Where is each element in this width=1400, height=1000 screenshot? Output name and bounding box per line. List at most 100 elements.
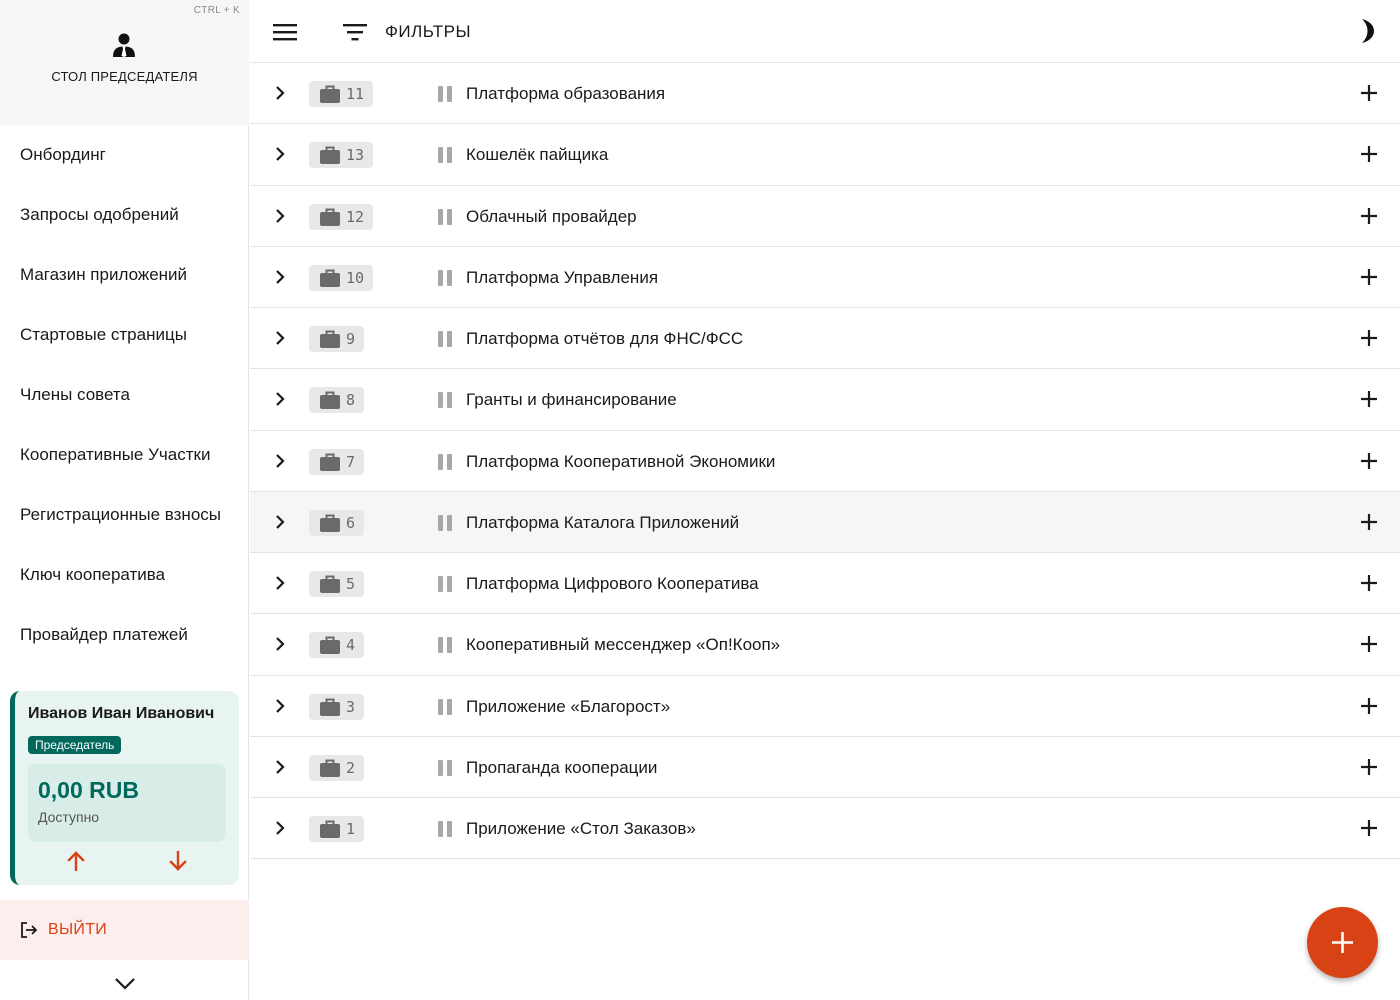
plus-icon[interactable] bbox=[1359, 83, 1379, 103]
plus-icon[interactable] bbox=[1359, 818, 1379, 838]
plus-icon[interactable] bbox=[1359, 573, 1379, 593]
briefcase-icon bbox=[320, 698, 340, 716]
badge-number: 8 bbox=[346, 391, 356, 410]
chevron-right-icon[interactable] bbox=[270, 267, 290, 287]
sidebar-header[interactable]: CTRL + K СТОЛ ПРЕДСЕДАТЕЛЯ bbox=[0, 0, 249, 125]
sidebar-item-cooperative-key[interactable]: Ключ кооператива bbox=[0, 545, 249, 605]
arrow-up-icon[interactable] bbox=[66, 851, 86, 871]
chevron-right-icon[interactable] bbox=[270, 818, 290, 838]
pause-icon[interactable] bbox=[437, 330, 453, 348]
chevron-down-icon[interactable] bbox=[113, 974, 137, 994]
logout-icon bbox=[21, 922, 38, 938]
logout-button[interactable]: ВЫЙТИ bbox=[0, 900, 249, 960]
plus-icon[interactable] bbox=[1359, 144, 1379, 164]
sidebar-item-registration-fees[interactable]: Регистрационные взносы bbox=[0, 485, 249, 545]
pause-icon[interactable] bbox=[437, 698, 453, 716]
plus-icon[interactable] bbox=[1359, 696, 1379, 716]
chevron-right-icon[interactable] bbox=[270, 757, 290, 777]
row-title: Приложение «Благорост» bbox=[466, 696, 671, 716]
plus-icon[interactable] bbox=[1359, 512, 1379, 532]
plus-icon[interactable] bbox=[1359, 451, 1379, 471]
chevron-right-icon[interactable] bbox=[270, 144, 290, 164]
balance-amount: 0,00 RUB bbox=[38, 777, 139, 803]
chevron-right-icon[interactable] bbox=[270, 634, 290, 654]
row-title: Платформа образования bbox=[466, 84, 666, 103]
badge-number: 10 bbox=[346, 268, 365, 287]
list-item[interactable]: 8 Гранты и финансирование bbox=[250, 369, 1400, 431]
person-tie-icon bbox=[113, 33, 135, 57]
chevron-right-icon[interactable] bbox=[270, 512, 290, 532]
id-badge: 6 bbox=[309, 509, 365, 536]
list-item[interactable]: 5 Платформа Цифрового Кооператива bbox=[250, 553, 1400, 615]
plus-icon[interactable] bbox=[1359, 206, 1379, 226]
row-title: Пропаганда кооперации bbox=[466, 757, 658, 777]
plus-icon[interactable] bbox=[1359, 757, 1379, 777]
list-item[interactable]: 2 Пропаганда кооперации bbox=[250, 737, 1400, 798]
pause-icon[interactable] bbox=[437, 453, 453, 471]
sidebar-item-council-members[interactable]: Члены совета bbox=[0, 365, 249, 425]
list-item[interactable]: 7 Платформа Кооперативной Экономики bbox=[250, 431, 1400, 492]
id-badge: 4 bbox=[309, 632, 365, 659]
hamburger-icon[interactable] bbox=[272, 19, 298, 45]
sidebar: CTRL + K СТОЛ ПРЕДСЕДАТЕЛЯ Онбординг Зап… bbox=[0, 0, 249, 1000]
pause-icon[interactable] bbox=[437, 514, 453, 532]
badge-number: 13 bbox=[346, 146, 365, 165]
plus-icon[interactable] bbox=[1359, 267, 1379, 287]
pause-icon[interactable] bbox=[437, 575, 453, 593]
row-title: Платформа Цифрового Кооператива bbox=[466, 574, 759, 593]
list-item[interactable]: 12 Облачный провайдер bbox=[250, 186, 1400, 247]
sidebar-item-approval-requests[interactable]: Запросы одобрений bbox=[0, 185, 249, 245]
balance-box: 0,00 RUB Доступно bbox=[28, 764, 226, 842]
briefcase-icon bbox=[320, 330, 340, 348]
chevron-right-icon[interactable] bbox=[270, 451, 290, 471]
filter-icon[interactable] bbox=[342, 19, 368, 45]
badge-number: 11 bbox=[346, 85, 365, 103]
badge-number: 2 bbox=[346, 758, 356, 777]
pause-icon[interactable] bbox=[437, 146, 453, 164]
id-badge: 2 bbox=[309, 754, 365, 781]
pause-icon[interactable] bbox=[437, 636, 453, 654]
topbar: ФИЛЬТРЫ bbox=[250, 0, 1400, 63]
chevron-right-icon[interactable] bbox=[270, 83, 290, 103]
sidebar-item-payment-provider[interactable]: Провайдер платежей bbox=[0, 605, 249, 665]
pause-icon[interactable] bbox=[437, 391, 453, 409]
list-item[interactable]: 13 Кошелёк пайщика bbox=[250, 124, 1400, 186]
row-title: Кооперативный мессенджер «Оп!Кооп» bbox=[466, 635, 781, 655]
pause-icon[interactable] bbox=[437, 759, 453, 777]
list-item[interactable]: 9 Платформа отчётов для ФНС/ФСС bbox=[250, 308, 1400, 370]
sidebar-item-cooperative-plots[interactable]: Кооперативные Участки bbox=[0, 425, 249, 485]
moon-icon[interactable] bbox=[1354, 18, 1378, 44]
plus-icon[interactable] bbox=[1359, 634, 1379, 654]
chevron-right-icon[interactable] bbox=[270, 389, 290, 409]
briefcase-icon bbox=[320, 759, 340, 777]
id-badge: 13 bbox=[309, 142, 374, 169]
list-item[interactable]: 4 Кооперативный мессенджер «Оп!Кооп» bbox=[250, 614, 1400, 676]
id-badge: 11 bbox=[309, 81, 374, 107]
list-item[interactable]: 1 Приложение «Стол Заказов» bbox=[250, 798, 1400, 860]
filters-label[interactable]: ФИЛЬТРЫ bbox=[385, 22, 471, 42]
chevron-right-icon[interactable] bbox=[270, 328, 290, 348]
sidebar-item-app-store[interactable]: Магазин приложений bbox=[0, 245, 249, 305]
pause-icon[interactable] bbox=[437, 85, 453, 103]
pause-icon[interactable] bbox=[437, 269, 453, 287]
sidebar-item-start-pages[interactable]: Стартовые страницы bbox=[0, 305, 249, 365]
list-item[interactable]: 11 Платформа образования bbox=[250, 63, 1400, 125]
chevron-right-icon[interactable] bbox=[270, 696, 290, 716]
row-title: Гранты и финансирование bbox=[466, 390, 677, 410]
list-item[interactable]: 10 Платформа Управления bbox=[250, 247, 1400, 308]
chevron-right-icon[interactable] bbox=[270, 573, 290, 593]
user-card: Иванов Иван Иванович Председатель 0,00 R… bbox=[10, 691, 239, 885]
arrow-down-icon[interactable] bbox=[168, 851, 188, 871]
sidebar-item-onboarding[interactable]: Онбординг bbox=[0, 125, 249, 185]
pause-icon[interactable] bbox=[437, 820, 453, 838]
list-item[interactable]: 6 Платформа Каталога Приложений bbox=[250, 491, 1400, 553]
plus-icon[interactable] bbox=[1359, 389, 1379, 409]
row-title: Платформа отчётов для ФНС/ФСС bbox=[466, 329, 744, 348]
balance-label: Доступно bbox=[38, 809, 100, 825]
list-item[interactable]: 3 Приложение «Благорост» bbox=[250, 676, 1400, 737]
pause-icon[interactable] bbox=[437, 208, 453, 226]
add-fab-button[interactable] bbox=[1307, 907, 1378, 978]
id-badge: 1 bbox=[309, 816, 365, 842]
chevron-right-icon[interactable] bbox=[270, 206, 290, 226]
plus-icon[interactable] bbox=[1359, 328, 1379, 348]
